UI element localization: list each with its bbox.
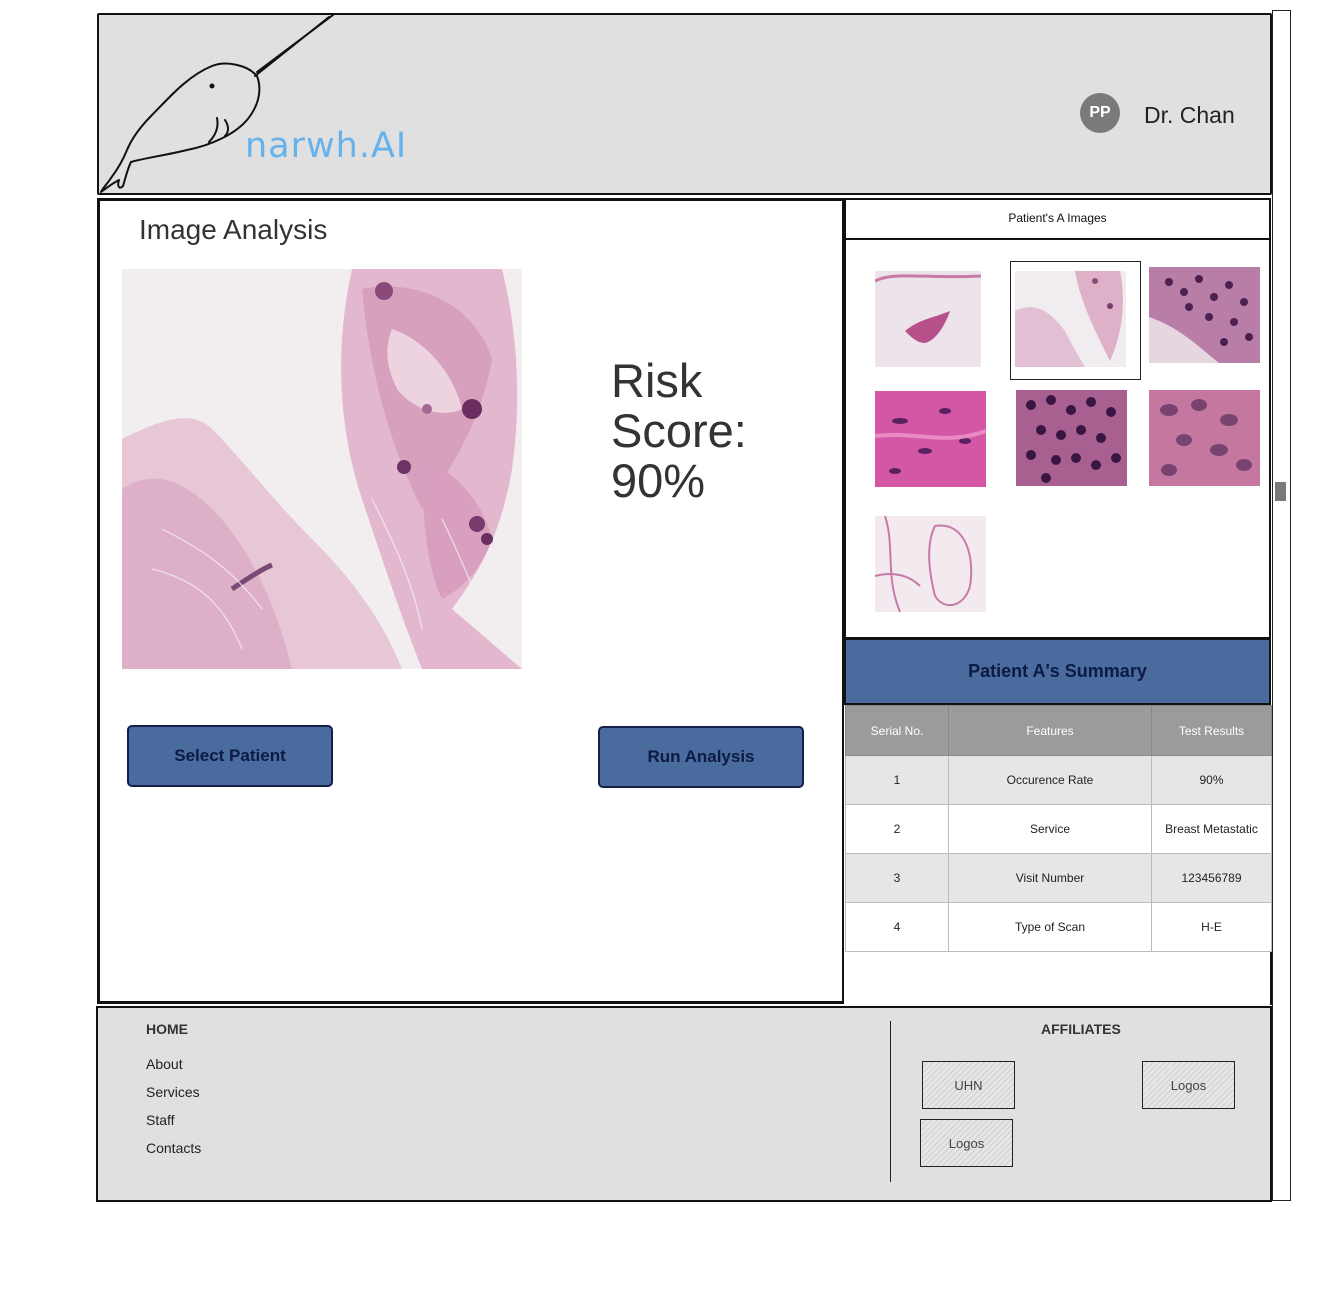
select-patient-button[interactable]: Select Patient bbox=[127, 725, 333, 787]
column-header-serial: Serial No. bbox=[845, 705, 949, 756]
table-cell: 4 bbox=[845, 902, 949, 952]
histology-image bbox=[122, 269, 522, 669]
table-cell: 90% bbox=[1151, 755, 1272, 805]
footer-divider bbox=[890, 1021, 891, 1182]
run-analysis-button[interactable]: Run Analysis bbox=[598, 726, 804, 788]
user-avatar[interactable]: PP bbox=[1080, 93, 1120, 133]
risk-score-label: Risk Score: bbox=[611, 354, 747, 457]
footer-link-about[interactable]: About bbox=[146, 1056, 183, 1072]
thumbnail-image[interactable] bbox=[875, 391, 986, 487]
footer-link-services[interactable]: Services bbox=[146, 1084, 200, 1100]
footer-link-staff[interactable]: Staff bbox=[146, 1112, 175, 1128]
thumbnail-image[interactable] bbox=[875, 271, 981, 367]
table-cell: Occurence Rate bbox=[948, 755, 1152, 805]
risk-score-value: 90% bbox=[611, 454, 706, 507]
page-title: Image Analysis bbox=[139, 214, 328, 245]
footer-link-contacts[interactable]: Contacts bbox=[146, 1140, 201, 1156]
brand-name: narwh.AI bbox=[245, 126, 408, 166]
table-cell: Breast Metastatic bbox=[1151, 804, 1272, 854]
risk-score: Risk Score: 90% bbox=[611, 356, 811, 506]
thumbnail-image[interactable] bbox=[1016, 390, 1127, 486]
table-cell: 3 bbox=[845, 853, 949, 903]
table-cell: 2 bbox=[845, 804, 949, 854]
table-row: 2 Service Breast Metastatic bbox=[845, 804, 1272, 854]
affiliate-logo-uhn[interactable]: UHN bbox=[922, 1061, 1015, 1109]
scrollbar-thumb[interactable] bbox=[1275, 482, 1286, 501]
table-cell: Service bbox=[948, 804, 1152, 854]
footer-home-heading[interactable]: HOME bbox=[146, 1021, 188, 1037]
table-cell: Type of Scan bbox=[948, 902, 1152, 952]
summary-title: Patient A's Summary bbox=[844, 638, 1271, 705]
thumbnail-image[interactable] bbox=[875, 516, 986, 612]
narwhal-logo-icon bbox=[100, 14, 334, 193]
table-row: 4 Type of Scan H-E bbox=[845, 902, 1272, 952]
page-scrollbar[interactable] bbox=[1272, 10, 1291, 1201]
user-name[interactable]: Dr. Chan bbox=[1144, 102, 1235, 129]
table-cell: 1 bbox=[845, 755, 949, 805]
summary-table: Serial No. Features Test Results 1 Occur… bbox=[845, 705, 1272, 952]
affiliate-logo[interactable]: Logos bbox=[1142, 1061, 1235, 1109]
table-cell: 123456789 bbox=[1151, 853, 1272, 903]
column-header-results: Test Results bbox=[1151, 705, 1272, 756]
table-row: 3 Visit Number 123456789 bbox=[845, 853, 1272, 903]
table-row: 1 Occurence Rate 90% bbox=[845, 755, 1272, 805]
thumbnail-image[interactable] bbox=[1149, 267, 1260, 363]
table-cell: Visit Number bbox=[948, 853, 1152, 903]
table-cell: H-E bbox=[1151, 902, 1272, 952]
thumbnail-image[interactable] bbox=[1015, 271, 1126, 367]
patient-images-title: Patient's A Images bbox=[844, 198, 1271, 240]
footer-affiliates-heading: AFFILIATES bbox=[1041, 1021, 1121, 1037]
column-header-features: Features bbox=[948, 705, 1152, 756]
affiliate-logo[interactable]: Logos bbox=[920, 1119, 1013, 1167]
thumbnail-image[interactable] bbox=[1149, 390, 1260, 486]
